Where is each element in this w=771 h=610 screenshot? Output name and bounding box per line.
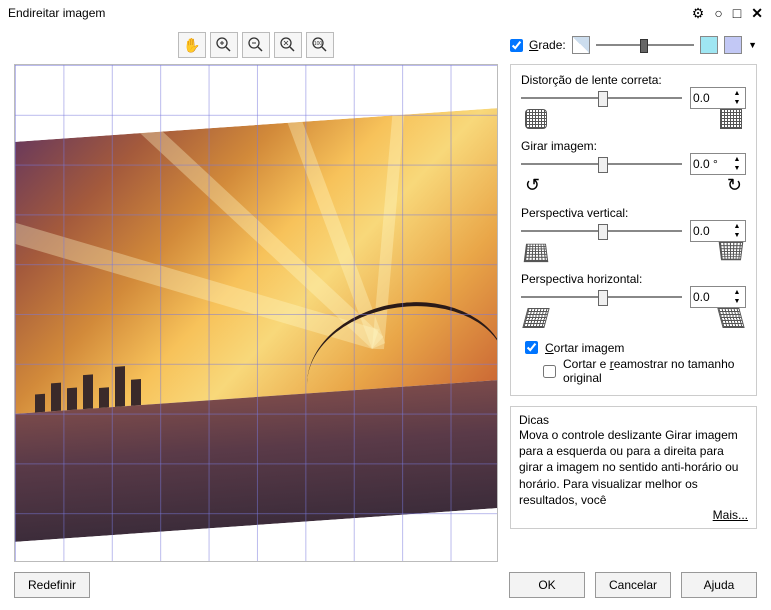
- tips-more-link[interactable]: Mais...: [519, 508, 748, 522]
- persp-h-slider[interactable]: [521, 288, 682, 306]
- grid-style-swatch[interactable]: [572, 36, 590, 54]
- minimize-icon[interactable]: ○: [714, 5, 722, 21]
- tips-panel: Dicas Mova o controle deslizante Girar i…: [510, 406, 757, 529]
- persp-h-spinner[interactable]: ▲▼: [690, 286, 746, 308]
- grid-overlay: [15, 65, 497, 561]
- svg-text:100: 100: [314, 41, 323, 47]
- rotate-spinner[interactable]: ▲▼: [690, 153, 746, 175]
- crop-checkbox[interactable]: [525, 341, 538, 354]
- zoom-100-button[interactable]: 100: [306, 32, 334, 58]
- grid-options-row: Grade: ▼: [510, 32, 757, 58]
- zoom-out-button[interactable]: [242, 32, 270, 58]
- persp-v-label: Perspectiva vertical:: [521, 206, 746, 220]
- lens-label: Distorção de lente correta:: [521, 73, 746, 87]
- persp-h-label: Perspectiva horizontal:: [521, 272, 746, 286]
- rotate-label: Girar imagem:: [521, 139, 746, 153]
- spinner-up-icon[interactable]: ▲: [729, 89, 745, 98]
- pincushion-distortion-icon[interactable]: [720, 109, 742, 129]
- grid-size-slider[interactable]: [596, 36, 694, 54]
- reset-button[interactable]: Redefinir: [14, 572, 90, 598]
- tips-body: Mova o controle deslizante Girar imagem …: [519, 427, 748, 508]
- grid-color-1[interactable]: [700, 36, 718, 54]
- settings-icon[interactable]: ⚙: [692, 5, 705, 22]
- spinner-down-icon[interactable]: ▼: [729, 297, 745, 306]
- close-icon[interactable]: ✕: [751, 5, 763, 22]
- hand-icon: ✋: [183, 37, 200, 54]
- dropdown-arrow-icon[interactable]: ▼: [748, 40, 757, 50]
- spinner-up-icon[interactable]: ▲: [729, 222, 745, 231]
- magnifier-100-icon: 100: [312, 37, 328, 53]
- spinner-up-icon[interactable]: ▲: [729, 288, 745, 297]
- resample-label: Cortar e reamostrar no tamanho original: [563, 357, 746, 385]
- lens-spinner[interactable]: ▲▼: [690, 87, 746, 109]
- zoom-in-button[interactable]: [210, 32, 238, 58]
- lens-value[interactable]: [691, 91, 729, 105]
- maximize-icon[interactable]: □: [733, 5, 741, 21]
- magnifier-minus-icon: [248, 37, 264, 53]
- preview-toolbar: ✋ 100: [14, 32, 498, 58]
- tips-legend: Dicas: [519, 413, 748, 427]
- barrel-distortion-icon[interactable]: [525, 109, 547, 129]
- adjustments-panel: Distorção de lente correta: ▲▼ Girar ima…: [510, 64, 757, 396]
- persp-h-value[interactable]: [691, 290, 729, 304]
- grid-label: Grade:: [529, 38, 566, 52]
- magnifier-plus-icon: [216, 37, 232, 53]
- persp-v-down-icon[interactable]: [719, 242, 744, 260]
- pan-button[interactable]: ✋: [178, 32, 206, 58]
- persp-v-slider[interactable]: [521, 222, 682, 240]
- persp-v-value[interactable]: [691, 224, 729, 238]
- spinner-down-icon[interactable]: ▼: [729, 164, 745, 173]
- image-preview[interactable]: [14, 64, 498, 562]
- ok-button[interactable]: OK: [509, 572, 585, 598]
- window-controls: ⚙ ○ □ ✕: [692, 5, 763, 22]
- rotate-ccw-icon[interactable]: ↺: [525, 175, 540, 196]
- window-title: Endireitar imagem: [8, 6, 105, 20]
- spinner-up-icon[interactable]: ▲: [729, 155, 745, 164]
- persp-v-spinner[interactable]: ▲▼: [690, 220, 746, 242]
- persp-h-right-icon[interactable]: [717, 308, 744, 328]
- grid-checkbox[interactable]: [510, 39, 523, 52]
- help-button[interactable]: Ajuda: [681, 572, 757, 598]
- persp-h-left-icon[interactable]: [522, 308, 549, 328]
- lens-slider[interactable]: [521, 89, 682, 107]
- resample-checkbox[interactable]: [543, 365, 556, 378]
- cancel-button[interactable]: Cancelar: [595, 572, 671, 598]
- titlebar: Endireitar imagem ⚙ ○ □ ✕: [0, 0, 771, 26]
- persp-v-up-icon[interactable]: [524, 244, 549, 262]
- spinner-down-icon[interactable]: ▼: [729, 231, 745, 240]
- spinner-down-icon[interactable]: ▼: [729, 98, 745, 107]
- rotate-cw-icon[interactable]: ↻: [727, 175, 742, 196]
- grid-color-2[interactable]: [724, 36, 742, 54]
- rotate-value[interactable]: [691, 157, 729, 171]
- crop-label: Cortar imagem: [545, 341, 624, 355]
- magnifier-expand-icon: [280, 37, 296, 53]
- zoom-fit-button[interactable]: [274, 32, 302, 58]
- rotate-slider[interactable]: [521, 155, 682, 173]
